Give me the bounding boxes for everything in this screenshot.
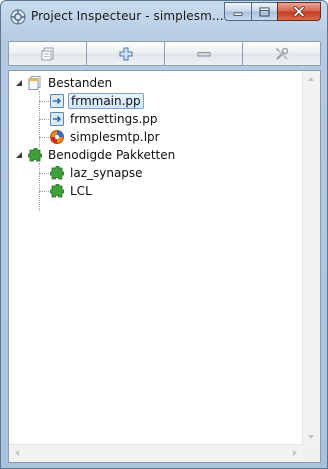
tree-line <box>39 137 49 138</box>
scroll-down-arrow-icon[interactable] <box>307 434 315 440</box>
tree-node-label: simplesmtp.lpr <box>70 130 160 144</box>
tree-node-label: Benodigde Pakketten <box>48 148 176 162</box>
tree-node-lcl[interactable]: LCL <box>49 182 94 200</box>
maximize-button[interactable] <box>251 2 277 21</box>
tree-node-label: laz_synapse <box>70 166 143 180</box>
scroll-left-arrow-icon[interactable] <box>14 449 20 457</box>
maximize-icon <box>259 7 270 16</box>
tree-node-laz-synapse[interactable]: laz_synapse <box>49 164 145 182</box>
tree-line <box>39 173 49 174</box>
options-button[interactable] <box>8 41 87 66</box>
tree-node-bestanden[interactable]: Bestanden <box>15 74 114 92</box>
tools-button[interactable] <box>242 41 321 66</box>
project-tree[interactable]: Bestanden frmmain.pp frmsettings.pp simp… <box>8 70 321 463</box>
caption-buttons <box>224 2 321 22</box>
tree-line <box>39 119 49 120</box>
lazarus-project-icon <box>50 130 64 144</box>
tree-line <box>39 191 49 192</box>
tree-node-label: frmmain.pp <box>68 93 144 109</box>
window-title: Project Inspecteur - simplesm... <box>31 9 224 23</box>
remove-button[interactable] <box>164 41 243 66</box>
tree-line <box>39 163 40 211</box>
tree-node-benodigde-pakketten[interactable]: Benodigde Pakketten <box>15 146 177 164</box>
tree-node-frmsettings[interactable]: frmsettings.pp <box>49 110 160 128</box>
project-inspector-window: Project Inspecteur - simplesm... Bestand… <box>0 0 328 469</box>
package-icon <box>28 148 42 162</box>
expanded-triangle-icon[interactable] <box>15 151 23 159</box>
tree-node-label: frmsettings.pp <box>70 112 158 126</box>
scroll-right-arrow-icon[interactable] <box>292 449 298 457</box>
scrollbar-corner <box>303 445 320 462</box>
pascal-unit-icon <box>50 94 64 108</box>
title-bar[interactable]: Project Inspecteur - simplesm... <box>1 1 327 31</box>
tree-node-simplesmtp[interactable]: simplesmtp.lpr <box>49 128 162 146</box>
app-icon[interactable] <box>10 9 26 25</box>
tree-line <box>39 101 49 102</box>
scroll-up-arrow-icon[interactable] <box>307 76 315 82</box>
pascal-unit-icon <box>50 112 64 126</box>
minimize-button[interactable] <box>224 2 251 21</box>
vertical-scrollbar[interactable] <box>302 71 320 445</box>
toolbar <box>8 41 321 67</box>
tree-node-label: LCL <box>70 184 92 198</box>
add-button[interactable] <box>86 41 165 66</box>
package-icon <box>50 184 64 198</box>
options-icon <box>41 47 53 60</box>
tools-icon <box>275 47 288 60</box>
tree-node-frmmain[interactable]: frmmain.pp <box>49 92 144 110</box>
files-folder-icon <box>28 76 41 90</box>
remove-icon <box>197 51 210 56</box>
close-icon <box>293 6 305 17</box>
horizontal-scrollbar[interactable] <box>9 444 303 462</box>
add-icon <box>119 47 132 60</box>
minimize-icon <box>233 12 243 16</box>
package-icon <box>50 166 64 180</box>
tree-node-label: Bestanden <box>48 76 113 90</box>
close-button[interactable] <box>277 2 321 21</box>
expanded-triangle-icon[interactable] <box>15 79 23 87</box>
